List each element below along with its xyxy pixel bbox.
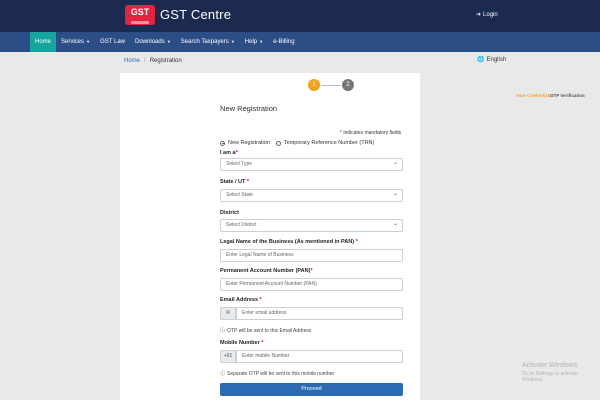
breadcrumb-home[interactable]: Home [124, 58, 140, 64]
email-label-text: Email Address [220, 297, 259, 303]
legal-name-input[interactable]: Enter Legal Name of Business [220, 249, 403, 262]
asterisk: * [259, 297, 262, 303]
step-2-label: OTP Verification [550, 93, 585, 98]
nav-item-gst-law[interactable]: GST Law [95, 32, 130, 52]
language-selector[interactable]: 🌐 English [477, 56, 507, 64]
watermark-title: Activate Windows [522, 362, 578, 369]
pan-input[interactable]: Enter Permanent Account Number (PAN) [220, 278, 403, 291]
step-credentials: 1 Your Credentials [296, 79, 552, 98]
login-icon: ➜ [476, 12, 482, 18]
top-header: GST GST Centre ➜ Login [0, 0, 600, 32]
nav-item-search-taxpayers[interactable]: Search Taxpayers ▼ [176, 32, 240, 52]
radio-trn[interactable] [275, 140, 281, 146]
asterisk: * [340, 130, 342, 136]
step-2-circle: 2 [342, 79, 354, 91]
nav-menu: Home Services ▼ GST Law Downloads ▼ Search T… [30, 32, 300, 52]
login-label: Login [483, 11, 498, 18]
step-1-circle: 1 [308, 79, 320, 91]
info-icon: ⓘ [220, 371, 226, 377]
activation-watermark: Activate Windows Go to Settings to activ… [522, 362, 600, 383]
asterisk: * [261, 340, 264, 346]
asterisk: * [246, 179, 250, 185]
mobile-hint: ⓘ Separate OTP will be sent to this mobi… [220, 370, 335, 378]
nav-item-home[interactable]: Home [30, 32, 57, 52]
mandatory-text: indicates mandatory fields [343, 130, 402, 136]
breadcrumb-current: Registration [149, 58, 182, 64]
nav-item-e-billing[interactable]: e-Billing [268, 32, 299, 52]
legal-name-label: Legal Name of the Business (As mentioned… [220, 239, 358, 245]
email-label: Email Address * [220, 297, 262, 303]
nav-item-services[interactable]: Services ▼ [56, 32, 95, 52]
breadcrumb: Home / Registration [124, 58, 182, 64]
brand-name: GST Centre [160, 7, 232, 22]
legal-name-label-text: Legal Name of the Business (As mentioned… [220, 239, 355, 245]
email-hint: ⓘ OTP will be sent to this Email Address [220, 327, 312, 335]
iam-label: I am a* [220, 150, 238, 156]
nav-item-label: e-Billing [273, 39, 295, 45]
mobile-label-text: Mobile Number [220, 340, 260, 346]
state-select[interactable]: Select State [220, 189, 403, 202]
info-icon: ⓘ [220, 328, 226, 334]
mobile-hint-text: Separate OTP will be sent to this mobile… [227, 370, 335, 377]
nav-item-help[interactable]: Help ▼ [240, 32, 268, 52]
main-navbar: Home Services ▼ GST Law Downloads ▼ Search T… [0, 32, 600, 52]
radio-new-label[interactable]: New Registration [228, 140, 270, 146]
nav-item-downloads[interactable]: Downloads ▼ [130, 32, 176, 52]
proceed-button[interactable]: Proceed [220, 383, 403, 396]
mobile-prefix: +91 [220, 350, 236, 363]
watermark-subtitle: Go to Settings to activate Windows. [522, 371, 578, 383]
caret-down-icon: ▼ [165, 39, 171, 44]
mobile-input[interactable]: Enter mobile Number [236, 350, 403, 363]
district-label: District [220, 210, 239, 216]
radio-new-registration[interactable] [220, 140, 225, 146]
step-1-label: Your Credentials [516, 93, 552, 98]
asterisk: * [235, 150, 238, 156]
registration-type-radios: New Registration Temporary Reference Num… [220, 140, 374, 146]
globe-icon: 🌐 [477, 57, 485, 63]
state-label: State / UT * [220, 179, 249, 185]
logo-underline [131, 21, 149, 24]
step-otp: 2 OTP Verification [330, 79, 585, 98]
envelope-icon: ✉ [220, 307, 236, 320]
nav-item-label: GST Law [100, 39, 126, 45]
nav-item-label: Services [61, 39, 85, 45]
progress-stepper: 1 Your Credentials 2 OTP Verification [296, 79, 585, 103]
caret-down-icon: ▼ [229, 39, 235, 44]
language-label: English [486, 56, 507, 63]
mobile-label: Mobile Number * [220, 340, 263, 346]
breadcrumb-separator: / [144, 58, 146, 64]
mandatory-note: * indicates mandatory fields [340, 130, 401, 136]
nav-item-label: Downloads [135, 39, 165, 45]
logo-text: GST [130, 7, 150, 17]
state-label-text: State / UT [220, 179, 246, 185]
nav-item-label: Home [35, 39, 52, 45]
caret-down-icon: ▼ [85, 39, 91, 44]
gst-logo[interactable]: GST [125, 5, 155, 25]
iam-label-text: I am a [220, 150, 236, 156]
pan-label-text: Permanent Account Number (PAN) [220, 268, 311, 274]
pan-label: Permanent Account Number (PAN)* [220, 268, 313, 274]
login-link[interactable]: ➜ Login [476, 11, 498, 19]
iam-select[interactable]: Select Type [220, 158, 403, 171]
form-title: New Registration [220, 104, 278, 113]
asterisk: * [355, 239, 358, 245]
email-input[interactable]: Enter email address [236, 307, 403, 320]
district-select[interactable]: Select District [220, 219, 403, 232]
caret-down-icon: ▼ [258, 39, 264, 44]
radio-trn-label[interactable]: Temporary Reference Number (TRN) [284, 140, 374, 146]
asterisk: * [310, 268, 313, 274]
nav-item-label: Search Taxpayers [180, 39, 229, 45]
email-hint-text: OTP will be sent to this Email Address [227, 327, 312, 334]
nav-item-label: Help [244, 39, 258, 45]
